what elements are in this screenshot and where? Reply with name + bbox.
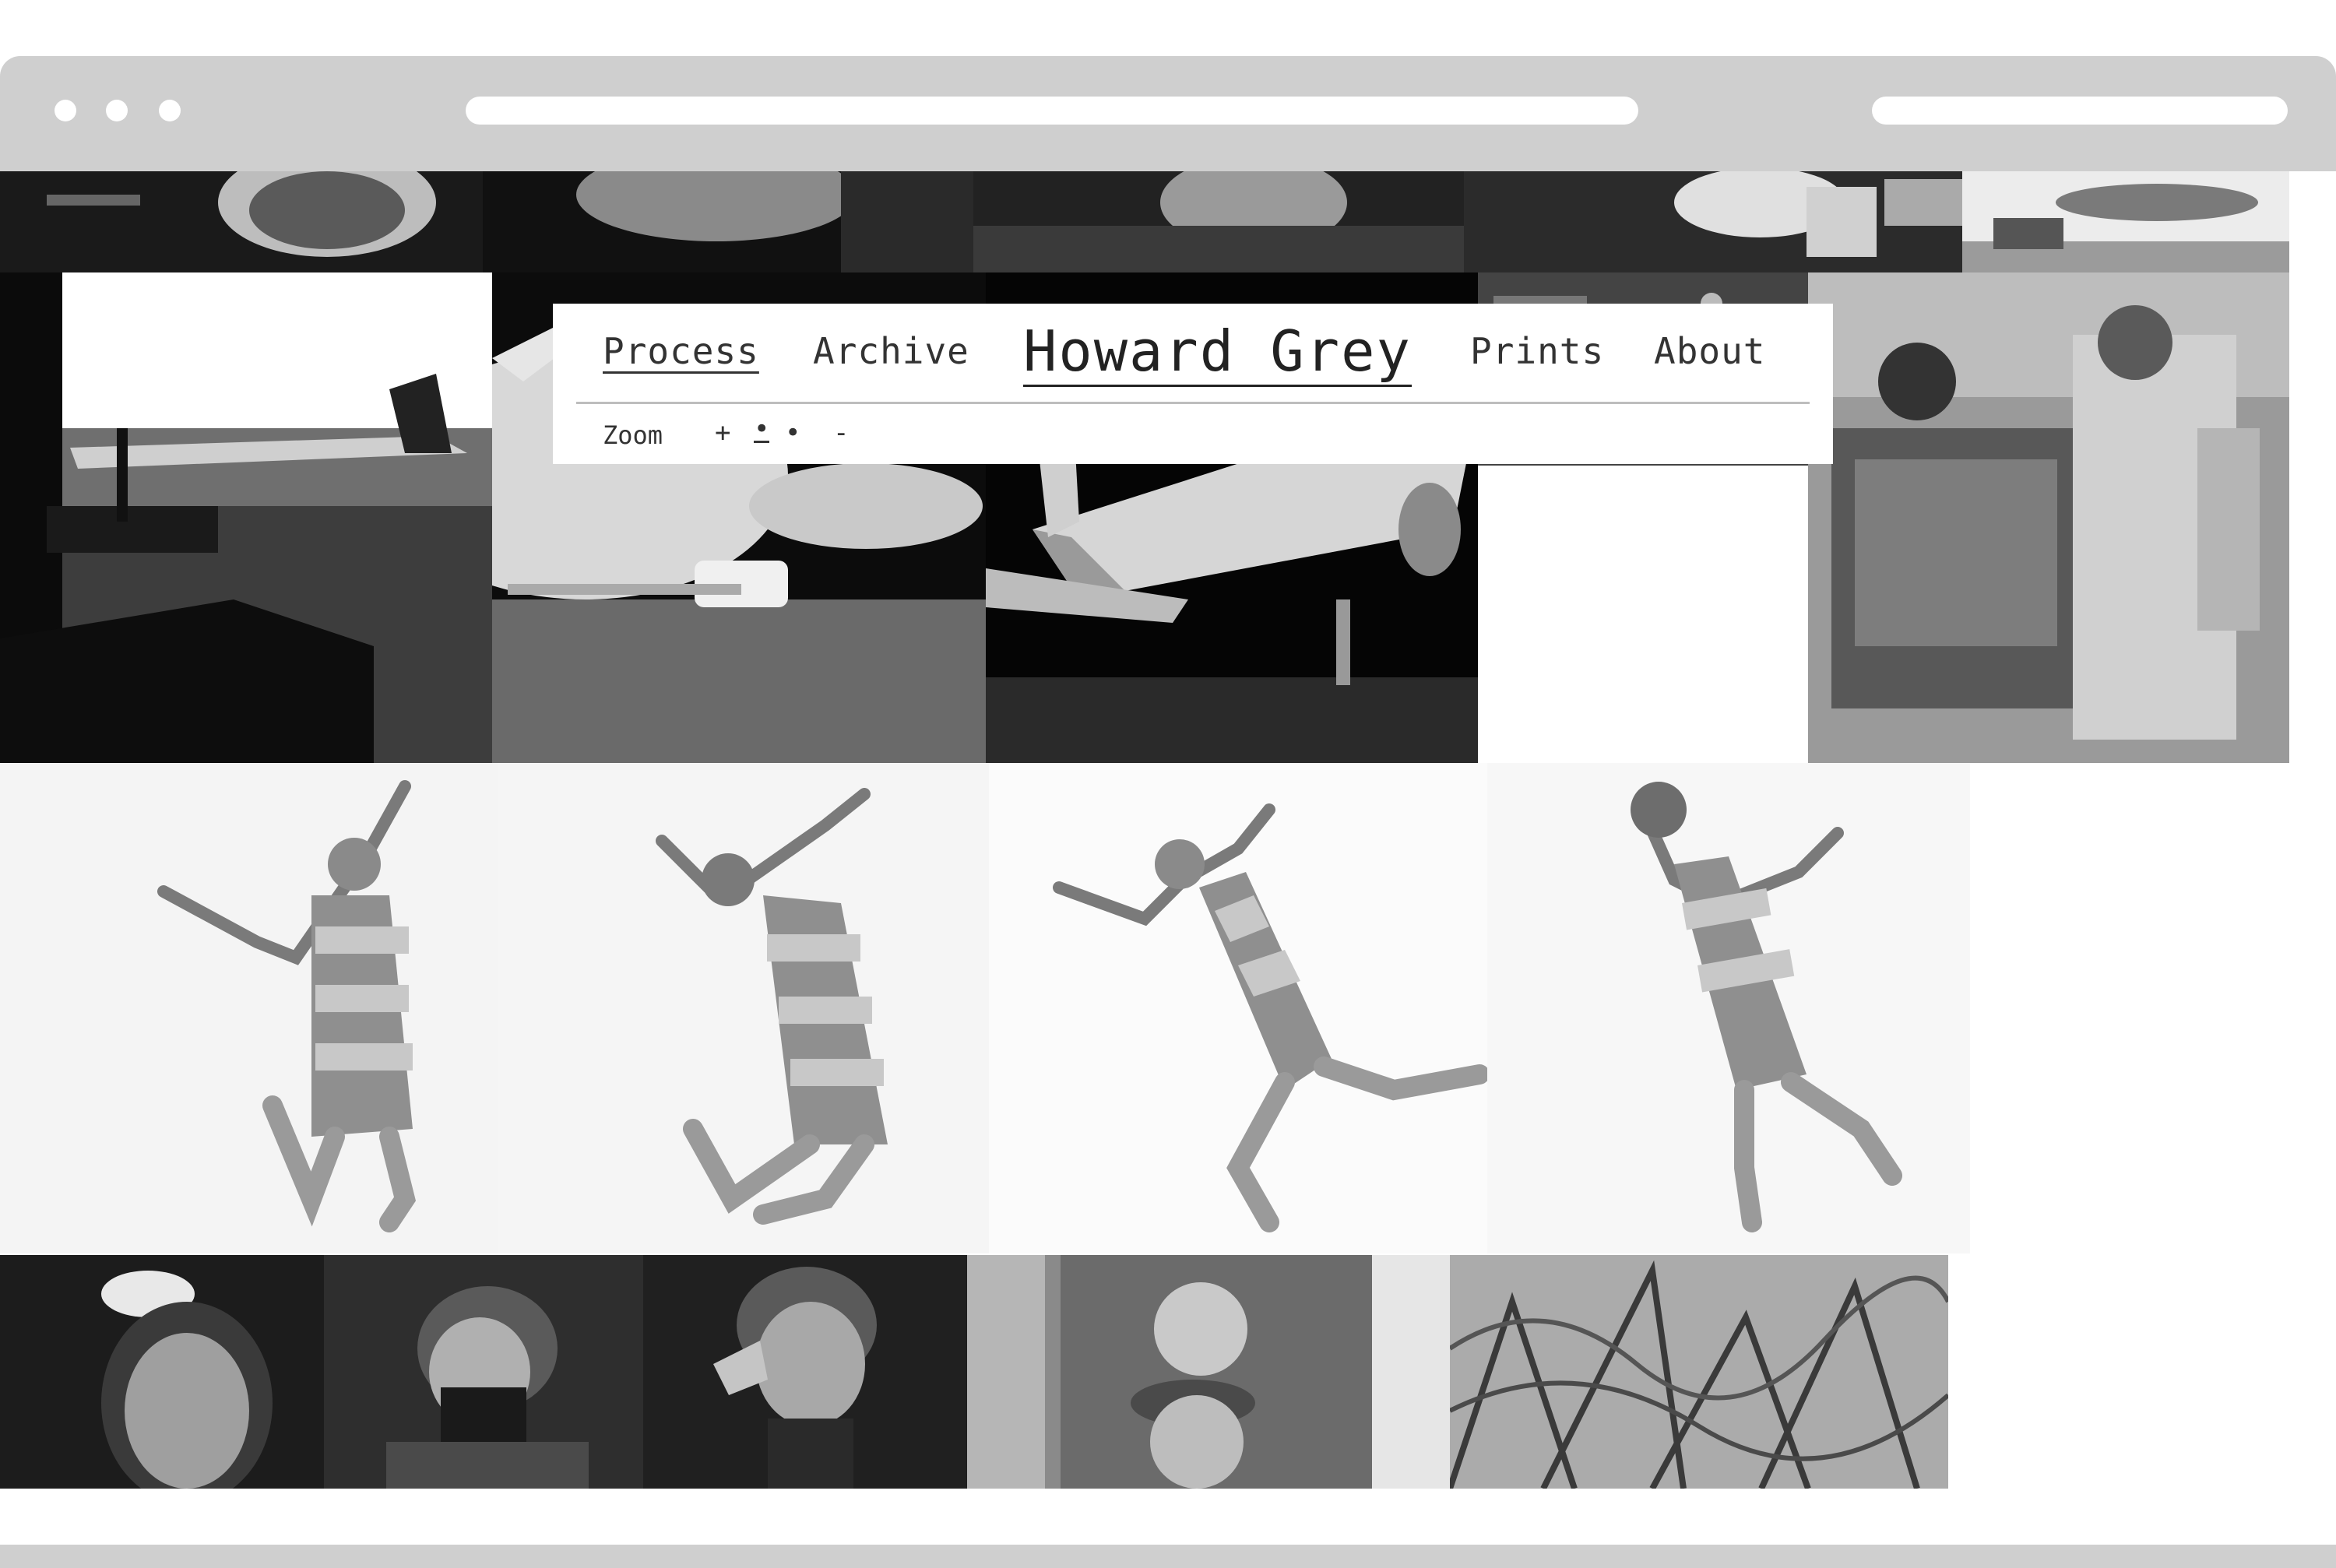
photo-tile[interactable] <box>483 171 973 272</box>
zoom-plus-icon[interactable]: + <box>715 417 730 448</box>
photo-tile[interactable] <box>1450 1255 1948 1489</box>
nav-process[interactable]: Process <box>603 330 759 372</box>
photo-tile[interactable] <box>0 171 483 272</box>
photo-tile[interactable] <box>989 763 1487 1253</box>
window-dot-icon[interactable] <box>159 100 181 121</box>
browser-window: Process Archive Howard Grey Prints About… <box>0 56 2336 1568</box>
nav-prints[interactable]: Prints <box>1470 330 1604 372</box>
browser-chrome <box>0 56 2336 171</box>
photo-tile[interactable] <box>1464 171 1962 272</box>
nav-about[interactable]: About <box>1654 330 1765 372</box>
browser-bottom-frame <box>0 1545 2336 1568</box>
window-dot-icon[interactable] <box>55 100 76 121</box>
photo-tile[interactable] <box>967 1255 1450 1489</box>
photo-tile[interactable] <box>1808 272 2299 763</box>
photo-tile[interactable] <box>498 763 989 1253</box>
search-bar[interactable] <box>1872 97 2288 125</box>
photo-tile[interactable] <box>0 1255 324 1489</box>
zoom-level-1[interactable]: • <box>754 416 770 443</box>
photo-tile[interactable] <box>324 1255 643 1489</box>
nav-archive[interactable]: Archive <box>813 330 969 372</box>
photo-tile[interactable] <box>973 171 1464 272</box>
page-viewport: Process Archive Howard Grey Prints About… <box>0 171 2336 1489</box>
photo-tile[interactable] <box>0 272 492 763</box>
window-dot-icon[interactable] <box>106 100 128 121</box>
site-title[interactable]: Howard Grey <box>1023 318 1412 387</box>
browser-frame-edge <box>2289 171 2336 1545</box>
photo-tile[interactable] <box>1962 171 2289 272</box>
zoom-level-2[interactable]: • <box>785 417 800 448</box>
address-bar[interactable] <box>466 97 1638 125</box>
zoom-label: Zoom <box>603 420 663 450</box>
zoom-minus-icon[interactable]: - <box>833 417 849 448</box>
photo-tile[interactable] <box>1487 763 1970 1253</box>
site-nav-panel: Process Archive Howard Grey Prints About… <box>553 304 1833 464</box>
photo-tile[interactable] <box>0 763 498 1253</box>
nav-divider <box>576 402 1810 404</box>
photo-tile[interactable] <box>643 1255 967 1489</box>
